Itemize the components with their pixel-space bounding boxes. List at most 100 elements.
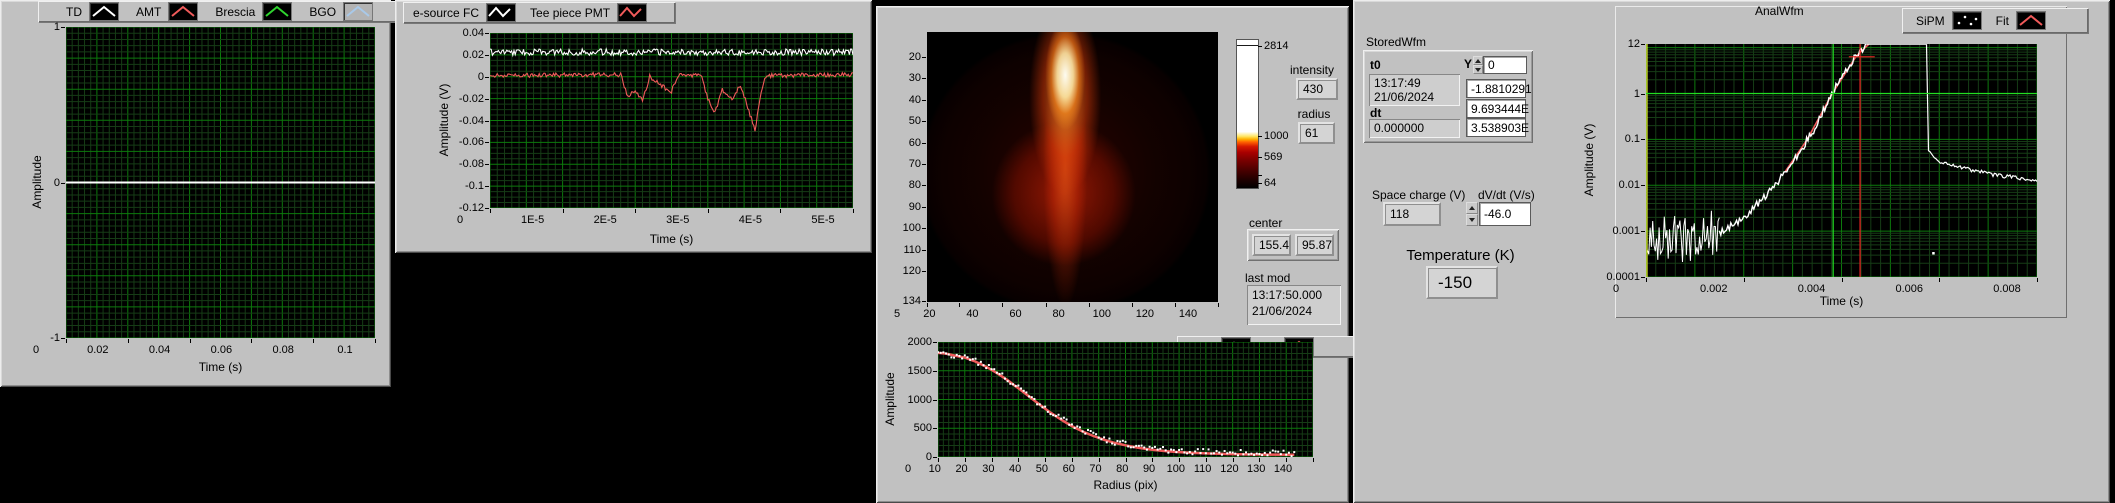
legend-swatch-peak-icon[interactable]: [262, 2, 293, 21]
panel-analysis: StoredWfm t0 13:17:49 21/06/2024 dt 0.00…: [1353, 0, 2110, 503]
y-tick-mark: [1641, 93, 1645, 95]
legend-item-tee-piece-pmt[interactable]: Tee piece PMT: [530, 3, 648, 22]
y-tick-label: 0: [925, 451, 932, 463]
dt-indicator: 0.000000: [1369, 119, 1460, 138]
legend-swatch-peak-icon[interactable]: [168, 2, 199, 21]
chart-canvas[interactable]: [1646, 44, 2037, 277]
x-tick-mark: [1174, 303, 1176, 307]
x-tick-label: 0.006: [1895, 283, 1924, 295]
color-scale-cap: [1237, 45, 1258, 46]
spin-down-button[interactable]: [1466, 214, 1478, 226]
waveform-graph[interactable]: [490, 33, 853, 208]
legend-item-sipm[interactable]: SiPM: [1916, 11, 1982, 30]
colorbar-tick-mark: [1258, 157, 1262, 159]
dvdt-label: dV/dt (V/s): [1478, 188, 1535, 202]
legend-item-amt[interactable]: AMT: [136, 2, 199, 21]
y-tick-label: 1: [53, 21, 60, 33]
analwfm-title: AnalWfm: [1755, 4, 1804, 18]
y-index-label: Y: [1464, 57, 1473, 71]
lastmod-indicator: 13:17:50.000 21/06/2024: [1247, 285, 1341, 325]
x-tick-mark: [1098, 458, 1100, 462]
y-tick-label: 0.01: [1618, 179, 1640, 192]
spin-up-button[interactable]: [1473, 56, 1483, 65]
y-tick-mark: [485, 120, 489, 122]
y-tick-label: 80: [908, 179, 921, 192]
legend-swatch-peak-icon[interactable]: [89, 2, 119, 21]
x-tick-label: 140: [1273, 463, 1293, 475]
chart-canvas[interactable]: [66, 27, 375, 338]
x-tick-mark: [853, 209, 854, 213]
x-tick-label: 4E-5: [738, 214, 763, 226]
y-tick-mark: [922, 142, 926, 144]
beam-intensity-image[interactable]: [927, 32, 1218, 302]
legend-item-td[interactable]: TD: [66, 2, 119, 21]
x-tick-mark: [313, 339, 315, 343]
x-tick-label: 0.06: [210, 344, 233, 356]
x-tick-mark: [1939, 278, 1941, 282]
y-index-input[interactable]: 0: [1483, 56, 1527, 74]
y-tick-mark: [922, 300, 926, 302]
y-tick-mark: [1641, 185, 1645, 187]
x-tick-mark: [562, 209, 564, 213]
x-tick-mark: [127, 339, 129, 343]
y-tick-mark: [922, 270, 926, 272]
y-tick-mark: [485, 164, 489, 166]
y-tick-label: 90: [908, 200, 921, 213]
y-tick-label: 20: [908, 51, 921, 64]
x-tick-mark: [1205, 458, 1207, 462]
colorbar-tick-label: 2814: [1264, 39, 1289, 52]
y-tick-label: -0.02: [458, 92, 484, 105]
spin-down-button[interactable]: [1473, 65, 1483, 74]
y-tick-mark: [922, 57, 926, 59]
x-tick-label: 0.02: [87, 344, 109, 356]
legend-item-e-source-fc[interactable]: e-source FC: [413, 3, 517, 22]
legend-swatch-zigzag-icon[interactable]: [486, 3, 517, 22]
radial-profile-graph[interactable]: [938, 342, 1313, 457]
legend-item-bgo[interactable]: BGO: [309, 2, 374, 21]
legend-label: e-source FC: [413, 5, 480, 20]
colorbar-tick-mark: [1258, 135, 1262, 137]
y-tick-mark: [922, 249, 926, 251]
legend-label: TD: [66, 4, 82, 19]
x-axis-label: Time (s): [198, 360, 243, 374]
t0-time: 13:17:49: [1374, 76, 1421, 90]
legend-item-fit[interactable]: Fit: [1996, 11, 2047, 30]
t0-label: t0: [1370, 58, 1381, 72]
x-tick-label: 0.008: [1993, 283, 2021, 295]
colorbar-tick-mark: [1258, 45, 1262, 47]
x-tick-mark: [964, 458, 966, 462]
down-arrow-icon: [1475, 67, 1481, 72]
y-tick-mark: [61, 182, 65, 184]
x-tick-mark: [707, 209, 709, 213]
chart-canvas[interactable]: [938, 342, 1313, 457]
plot-legend: SiPM Fit: [1902, 8, 2088, 33]
legend-swatch-peak-icon[interactable]: [343, 2, 374, 21]
color-scale[interactable]: [1236, 39, 1259, 189]
t0-date: 21/06/2024: [1374, 90, 1435, 104]
storedwfm-cluster: t0 13:17:49 21/06/2024 dt 0.000000 Y 0 -…: [1363, 50, 1533, 143]
chart-canvas[interactable]: [490, 33, 853, 208]
legend-swatch-peak-icon[interactable]: [2016, 11, 2047, 30]
y-index-spinner[interactable]: [1473, 56, 1483, 74]
y-tick-label: 0.02: [462, 48, 484, 61]
y-tick-label: 0: [53, 176, 60, 189]
y-tick-mark: [1641, 44, 1645, 45]
x-axis-label: Time (s): [649, 232, 694, 246]
waveform-graph[interactable]: [66, 27, 375, 338]
dvdt-spinner[interactable]: [1466, 202, 1478, 226]
y-tick-label: -1: [50, 332, 60, 344]
dvdt-input[interactable]: -46.0: [1479, 202, 1531, 226]
legend-swatch-zigzag-icon[interactable]: [617, 3, 648, 22]
spin-up-button[interactable]: [1466, 202, 1478, 214]
x-tick-label: 0.1: [337, 344, 353, 356]
x-tick-mark: [938, 458, 939, 462]
x-tick-mark: [635, 209, 637, 213]
analwfm-graph[interactable]: [1646, 44, 2037, 277]
radius-label: radius: [1297, 107, 1331, 121]
legend-label: Tee piece PMT: [530, 5, 611, 20]
x-tick-mark: [375, 339, 376, 343]
y-tick-mark: [485, 54, 489, 56]
legend-swatch-dots-icon[interactable]: [1951, 11, 1982, 30]
legend-item-brescia[interactable]: Brescia: [215, 2, 293, 21]
panel-detector-graph: TD AMT Brescia BGO Amplitude Time (s) 0 0.02…: [0, 0, 416, 387]
